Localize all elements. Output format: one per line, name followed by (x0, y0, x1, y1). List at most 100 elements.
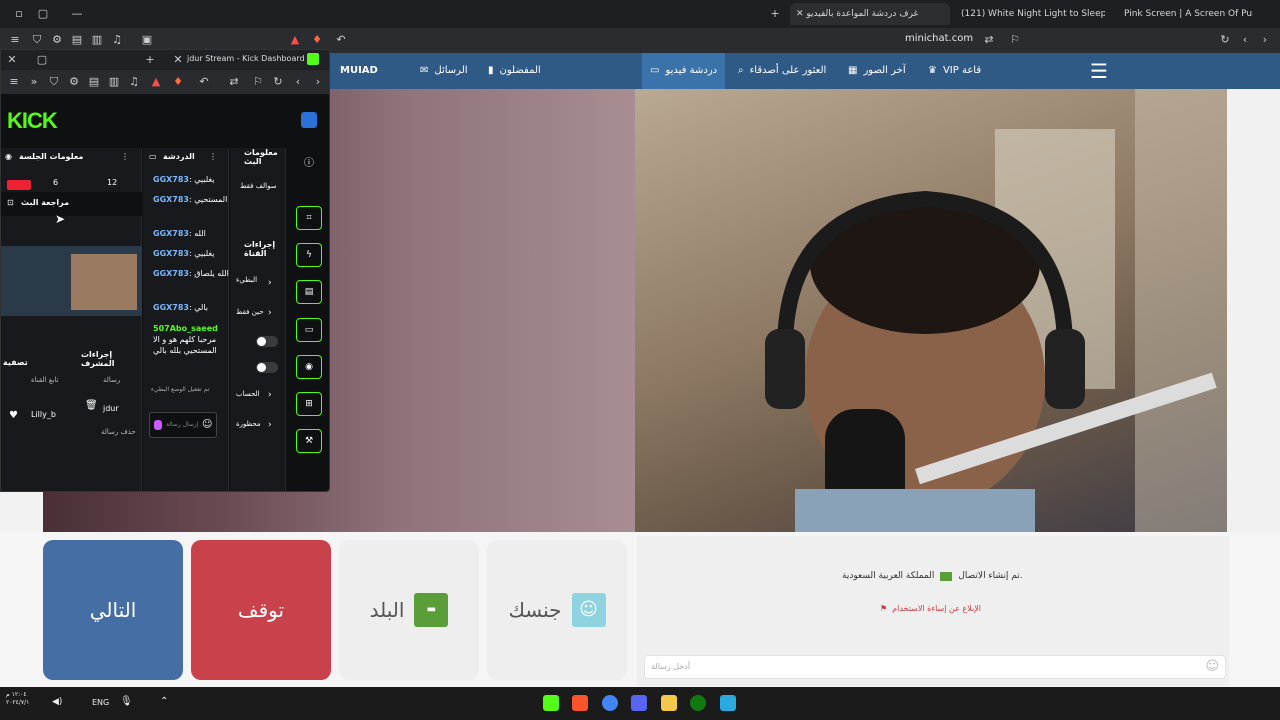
warning-icon[interactable]: ▲ (288, 33, 302, 47)
trash-icon[interactable]: 🗑 (85, 400, 98, 411)
profile-avatar[interactable] (301, 112, 317, 128)
window-menu-icon[interactable]: ▫ (12, 7, 26, 21)
language-indicator[interactable]: ENG (92, 698, 109, 707)
mic-icon[interactable]: 🎙 (120, 696, 133, 707)
k-sidebar-icon[interactable]: ▥ (107, 75, 121, 89)
k-chevrons-icon[interactable]: » (27, 75, 41, 89)
chat-message: 507Abo_saeed مرحبا كلهم هو و الا المستحيي… (153, 324, 218, 355)
emote-icon[interactable] (154, 420, 162, 430)
bookmark-icon[interactable]: ⚐ (1008, 33, 1022, 47)
sidebar-icon[interactable]: ▥ (90, 33, 104, 47)
k-reader-icon[interactable]: ▤ (87, 75, 101, 89)
kick-tab-title[interactable]: jdur Stream - Kick Dashboard (187, 54, 305, 63)
brave-shield-icon[interactable]: ♦ (310, 33, 324, 47)
tab-minichat[interactable]: ✕ غرف دردشة المواعدة بالفيديو (790, 3, 950, 25)
layout-icon[interactable]: ⊞ (296, 392, 322, 416)
hamburger-icon[interactable]: ☰ (1090, 53, 1108, 89)
tab-white-night[interactable]: (121) White Night Light to Sleep With (955, 3, 1105, 25)
menu-icon[interactable]: ≡ (8, 33, 22, 47)
reload-icon[interactable]: ↻ (1218, 33, 1232, 47)
folder-app-icon[interactable] (661, 695, 677, 711)
gear-icon[interactable]: ⚙ (50, 33, 64, 47)
brave-app-icon[interactable] (572, 695, 588, 711)
session-more-icon[interactable]: ⋮ (121, 152, 129, 161)
chat-rail-icon[interactable]: ▭ (296, 318, 322, 342)
k-warning-icon[interactable]: ▲ (149, 75, 163, 89)
chevron-right-icon[interactable]: › (268, 308, 272, 318)
mouse-cursor-icon: ➤ (55, 212, 66, 226)
address-bar[interactable]: minichat.com (905, 33, 973, 44)
message-input[interactable]: أدخل رسالة ☺ (644, 655, 1226, 679)
forward-icon[interactable]: › (1258, 33, 1272, 47)
nav-messages[interactable]: ✉ الرسائل (420, 53, 468, 89)
restore-window-icon[interactable]: ▢ (35, 53, 49, 67)
back-history-icon[interactable]: ↶ (334, 33, 348, 47)
kick-app-icon[interactable] (543, 695, 559, 711)
wrench-icon[interactable]: ⚒ (296, 429, 322, 453)
nav-profile[interactable]: MUIAD (340, 53, 378, 89)
clock[interactable]: ١٢:٠٤ م ٢٠٢٤/٧/١ (6, 691, 29, 707)
grid-icon: ▦ (848, 65, 858, 76)
info-icon[interactable]: ⓘ (304, 154, 314, 169)
screenshot-icon[interactable]: ▣ (140, 33, 154, 47)
smile-icon[interactable]: ☺ (202, 419, 212, 430)
kick-chat-input[interactable]: إرسال رسالة ☺ (149, 412, 217, 438)
chrome-app-icon[interactable] (602, 695, 618, 711)
broadcast-rail-icon[interactable]: ◉ (296, 355, 322, 379)
report-abuse-link[interactable]: ⚑ الإبلاغ عن إساءة الاستخدام (880, 604, 981, 613)
k-shield-icon[interactable]: ⛉ (47, 75, 61, 89)
k-bookmark-icon[interactable]: ⚐ (251, 75, 265, 89)
nav-favorites[interactable]: ▮ المفضلون (488, 53, 541, 89)
chevron-right-icon[interactable]: › (268, 278, 272, 288)
chevron-up-icon[interactable]: ⌃ (160, 696, 168, 707)
nav-recent-photos[interactable]: ▦ آخر الصور (848, 53, 906, 89)
k-reload-icon[interactable]: ↻ (271, 75, 285, 89)
k-history-icon[interactable]: ↶ (197, 75, 211, 89)
nav-find-friends[interactable]: ⌕ العثور على أصدقاء (738, 53, 826, 89)
country-button[interactable]: البلد ▬ (339, 540, 479, 680)
k-tune-icon[interactable]: ⇄ (227, 75, 241, 89)
discord-app-icon[interactable] (631, 695, 647, 711)
slow-mode-toggle[interactable] (256, 336, 278, 347)
right-margin (1227, 89, 1280, 532)
windows-icon[interactable] (720, 695, 736, 711)
back-icon[interactable]: ‹ (1238, 33, 1252, 47)
k-back-icon[interactable]: ‹ (291, 75, 305, 89)
tab-search-icon[interactable]: ▢ (36, 7, 50, 21)
k-music-icon[interactable]: ♫ (127, 75, 141, 89)
stream-review-row[interactable]: ⊡ مراجعة البث (1, 192, 142, 216)
k-forward-icon[interactable]: › (311, 75, 325, 89)
close-window-icon[interactable]: ✕ (5, 53, 19, 67)
focus-icon[interactable]: ⌗ (296, 206, 322, 230)
chevron-right-icon[interactable]: › (268, 390, 272, 400)
minimize-tab-icon[interactable]: — (70, 7, 84, 21)
new-tab-icon-small[interactable]: + (143, 53, 157, 67)
stream-preview-thumbnail[interactable] (1, 246, 142, 316)
next-button[interactable]: التالي (43, 540, 183, 680)
reader-icon[interactable]: ▤ (70, 33, 84, 47)
new-tab-icon[interactable]: + (768, 7, 782, 21)
nav-video-chat[interactable]: ▭ دردشة فيديو (642, 53, 726, 89)
chevron-right-icon[interactable]: › (268, 420, 272, 430)
calendar-icon[interactable]: ▤ (296, 280, 322, 304)
music-icon[interactable]: ♫ (110, 33, 124, 47)
followers-toggle[interactable] (256, 362, 278, 373)
k-gear-icon[interactable]: ⚙ (67, 75, 81, 89)
tune-icon[interactable]: ⇄ (982, 33, 996, 47)
close-tab-icon-small[interactable]: ✕ (171, 53, 185, 67)
k-menu-icon[interactable]: ≡ (7, 75, 21, 89)
emoji-icon[interactable]: ☺ (1205, 659, 1219, 674)
nav-vip[interactable]: ♛ VIP قاعة (928, 53, 981, 89)
xbox-app-icon[interactable] (690, 695, 706, 711)
stop-button[interactable]: توقف (191, 540, 331, 680)
close-tab-icon[interactable]: ✕ (796, 9, 806, 19)
shield-icon[interactable]: ⛉ (30, 33, 44, 47)
person-icon: ☺ (571, 593, 606, 627)
volume-icon[interactable]: ◀) (52, 697, 62, 707)
lightning-icon[interactable]: ϟ (296, 243, 322, 267)
tab-pink-screen[interactable]: Pink Screen | A Screen Of Pure Pink (1118, 3, 1253, 25)
k-brave-icon[interactable]: ♦ (171, 75, 185, 89)
gender-button[interactable]: جنسك ☺ (487, 540, 627, 680)
heart-icon[interactable]: ♥ (9, 410, 18, 421)
chat-more-icon[interactable]: ⋮ (209, 152, 217, 161)
